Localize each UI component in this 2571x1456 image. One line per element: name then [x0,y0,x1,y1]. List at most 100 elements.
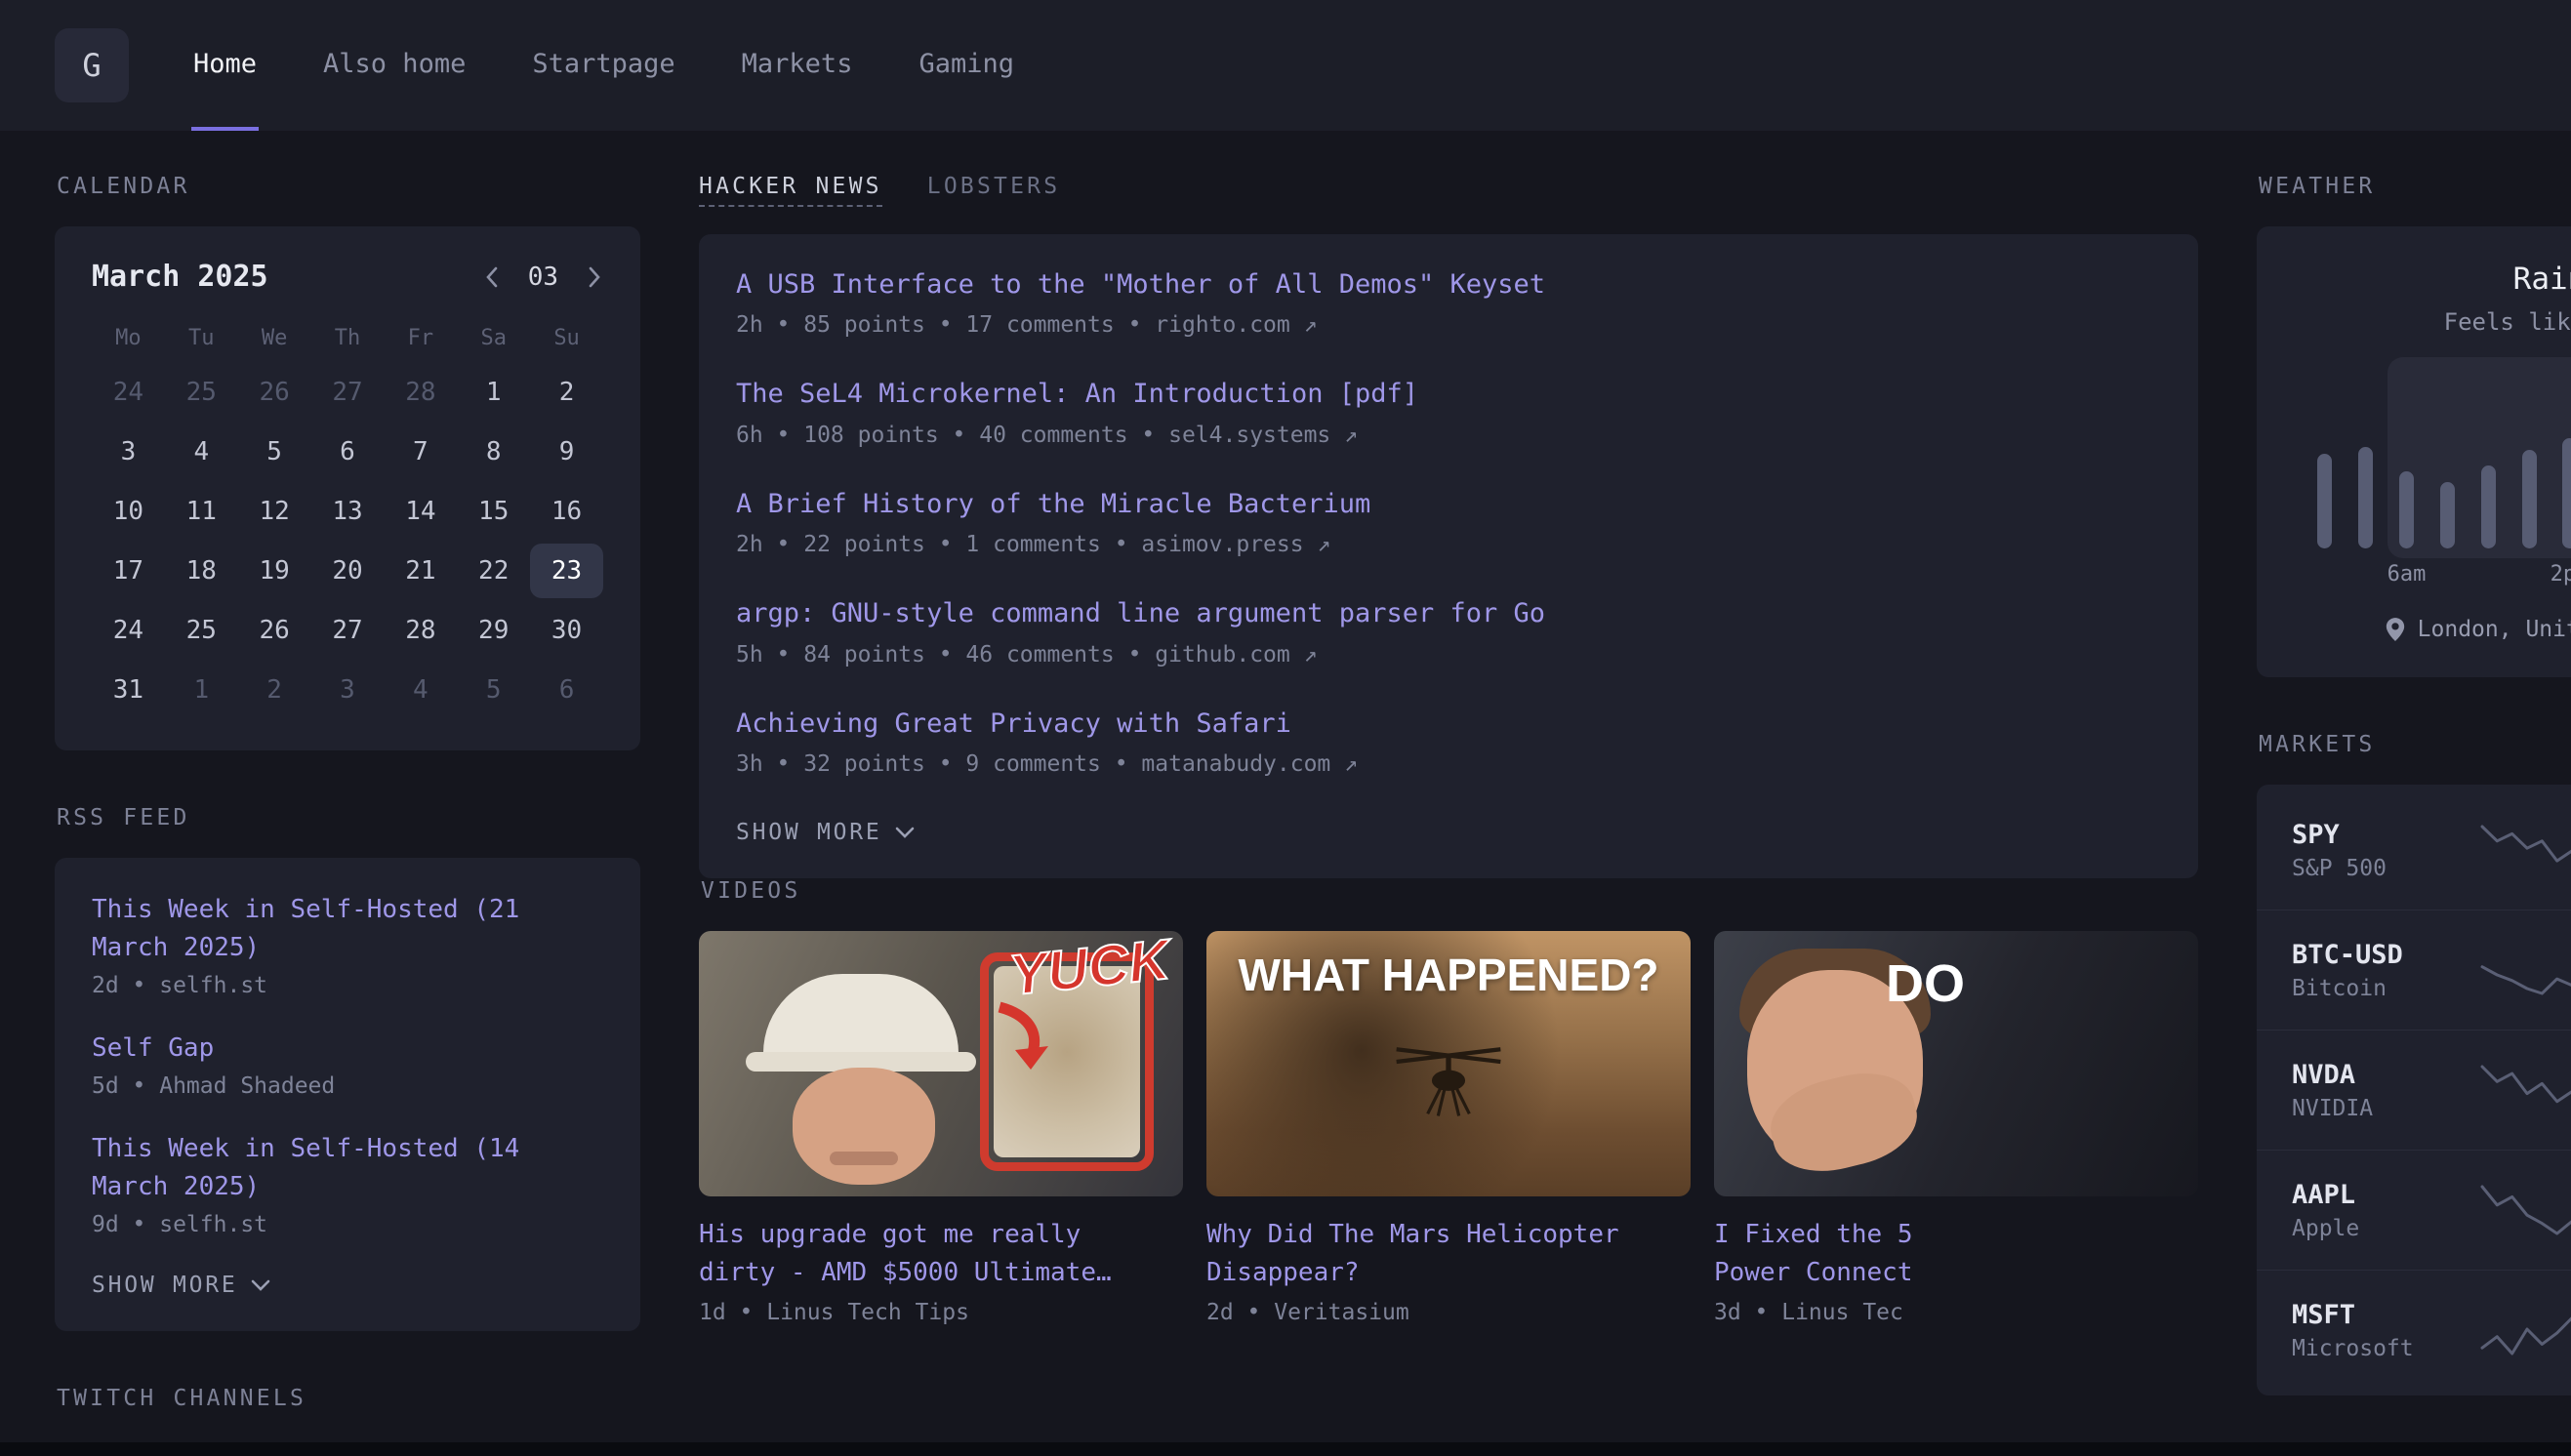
rss-item-title[interactable]: This Week in Self-Hosted (21 March 2025) [92,891,603,967]
weather-condition: Rain [2294,262,2571,297]
calendar-day[interactable]: 16 [530,484,603,539]
calendar-day[interactable]: 25 [165,603,238,658]
news-item-meta[interactable]: 2h • 22 points • 1 comments • asimov.pre… [736,532,2161,557]
calendar-next-button[interactable] [586,265,603,289]
app-logo[interactable]: G [55,28,129,102]
calendar-day[interactable]: 10 [92,484,165,539]
calendar-day[interactable]: 26 [238,603,311,658]
video-thumbnail[interactable]: WHAT HAPPENED? [1206,931,1691,1196]
weather-hour-bar [2358,447,2373,548]
calendar-day[interactable]: 20 [311,544,385,598]
calendar-day[interactable]: 24 [92,603,165,658]
calendar-day[interactable]: 22 [457,544,530,598]
nav-tab-also-home[interactable]: Also home [321,0,468,131]
calendar-day[interactable]: 6 [311,425,385,479]
calendar-widget: March 2025 03 MoTuWeThFrSaSu242526272812… [55,226,640,750]
thumbnail-overlay-text: DO [1886,956,1965,1012]
news-item-meta[interactable]: 2h • 85 points • 17 comments • righto.co… [736,312,2161,338]
middle-column: HACKER NEWS LOBSTERS A USB Interface to … [699,174,2198,1325]
calendar-day[interactable]: 26 [238,365,311,420]
chevron-left-icon [483,265,501,289]
tab-hacker-news[interactable]: HACKER NEWS [699,174,882,207]
calendar-day[interactable]: 28 [384,603,457,658]
rss-item-title[interactable]: Self Gap [92,1030,603,1068]
video-card: DO I Fixed the 5 Power Connect 3d • Linu… [1714,931,2198,1325]
calendar-day[interactable]: 18 [165,544,238,598]
calendar-day[interactable]: 21 [384,544,457,598]
calendar-day[interactable]: 9 [530,425,603,479]
news-item-meta[interactable]: 3h • 32 points • 9 comments • matanabudy… [736,751,2161,777]
calendar-day[interactable]: 17 [92,544,165,598]
video-thumbnail[interactable]: DO [1714,931,2198,1196]
calendar-day[interactable]: 2 [530,365,603,420]
market-row[interactable]: AAPLApple +1.95%$218.27 [2257,1150,2571,1270]
nav-tab-markets[interactable]: Markets [740,0,855,131]
market-sparkline [2476,1181,2571,1239]
calendar-day[interactable]: 19 [238,544,311,598]
market-row[interactable]: BTC-USDBitcoin +1.39%$84,999.29 [2257,910,2571,1030]
calendar-day[interactable]: 5 [457,663,530,717]
news-show-more-button[interactable]: SHOW MORE [736,820,915,845]
news-item-meta[interactable]: 5h • 84 points • 46 comments • github.co… [736,642,2161,667]
market-row[interactable]: SPYS&P 500 -0.27%$563.98 [2257,790,2571,910]
main-nav: Home Also home Startpage Markets Gaming [191,0,1016,131]
calendar-day[interactable]: 12 [238,484,311,539]
calendar-day[interactable]: 7 [384,425,457,479]
video-thumbnail[interactable]: YUCK [699,931,1183,1196]
calendar-day[interactable]: 30 [530,603,603,658]
calendar-day[interactable]: 24 [92,365,165,420]
calendar-day[interactable]: 25 [165,365,238,420]
market-row[interactable]: NVDANVIDIA -0.70%$117.70 [2257,1030,2571,1150]
calendar-day[interactable]: 27 [311,603,385,658]
market-name: Microsoft [2292,1336,2476,1361]
calendar-day[interactable]: 1 [457,365,530,420]
nav-tab-home[interactable]: Home [191,0,259,131]
calendar-day[interactable]: 4 [384,663,457,717]
calendar-day[interactable]: 31 [92,663,165,717]
nav-tab-gaming[interactable]: Gaming [917,0,1016,131]
calendar-day[interactable]: 13 [311,484,385,539]
calendar-day[interactable]: 15 [457,484,530,539]
face-illustration [793,1068,935,1185]
calendar-day-selected[interactable]: 23 [530,544,603,598]
calendar-day[interactable]: 1 [165,663,238,717]
news-item-title[interactable]: argp: GNU-style command line argument pa… [736,596,2161,631]
calendar-day[interactable]: 6 [530,663,603,717]
daylight-highlight [2387,357,2571,558]
calendar-day[interactable]: 14 [384,484,457,539]
calendar-day[interactable]: 3 [92,425,165,479]
calendar-day[interactable]: 28 [384,365,457,420]
calendar-day[interactable]: 2 [238,663,311,717]
nav-tab-startpage[interactable]: Startpage [530,0,676,131]
video-title[interactable]: I Fixed the 5 Power Connect [1714,1216,2198,1292]
calendar-day[interactable]: 27 [311,365,385,420]
weather-feels-like: Feels like 11°C [2294,308,2571,336]
news-item-meta[interactable]: 6h • 108 points • 40 comments • sel4.sys… [736,423,2161,448]
calendar-weekday: We [238,315,311,360]
calendar-prev-button[interactable] [483,265,501,289]
calendar-day[interactable]: 29 [457,603,530,658]
calendar-day[interactable]: 11 [165,484,238,539]
calendar-day[interactable]: 3 [311,663,385,717]
tab-lobsters[interactable]: LOBSTERS [927,174,1061,205]
video-title[interactable]: His upgrade got me really dirty - AMD $5… [699,1216,1183,1292]
news-item-title[interactable]: The SeL4 Microkernel: An Introduction [p… [736,377,2161,412]
calendar-day[interactable]: 8 [457,425,530,479]
video-title[interactable]: Why Did The Mars Helicopter Disappear? [1206,1216,1691,1292]
market-row[interactable]: MSFTMicrosoft +1.14%$391.26 [2257,1270,2571,1390]
rss-item-meta: 2d • selfh.st [92,973,603,998]
news-item: A USB Interface to the "Mother of All De… [736,267,2161,338]
video-title-line: dirty - AMD $5000 Ultimate… [699,1254,1183,1292]
news-item: A Brief History of the Miracle Bacterium… [736,487,2161,557]
news-item-title[interactable]: A USB Interface to the "Mother of All De… [736,267,2161,303]
calendar-weekday: Th [311,315,385,360]
market-ticker: NVDA [2292,1060,2476,1090]
weather-times: 6am2pm10pm [2317,562,2571,589]
calendar-day[interactable]: 4 [165,425,238,479]
news-item-title[interactable]: A Brief History of the Miracle Bacterium [736,487,2161,522]
rss-item-title[interactable]: This Week in Self-Hosted (14 March 2025) [92,1130,603,1206]
news-item-title[interactable]: Achieving Great Privacy with Safari [736,707,2161,742]
calendar-weekday: Tu [165,315,238,360]
calendar-day[interactable]: 5 [238,425,311,479]
rss-show-more-button[interactable]: SHOW MORE [92,1273,270,1298]
